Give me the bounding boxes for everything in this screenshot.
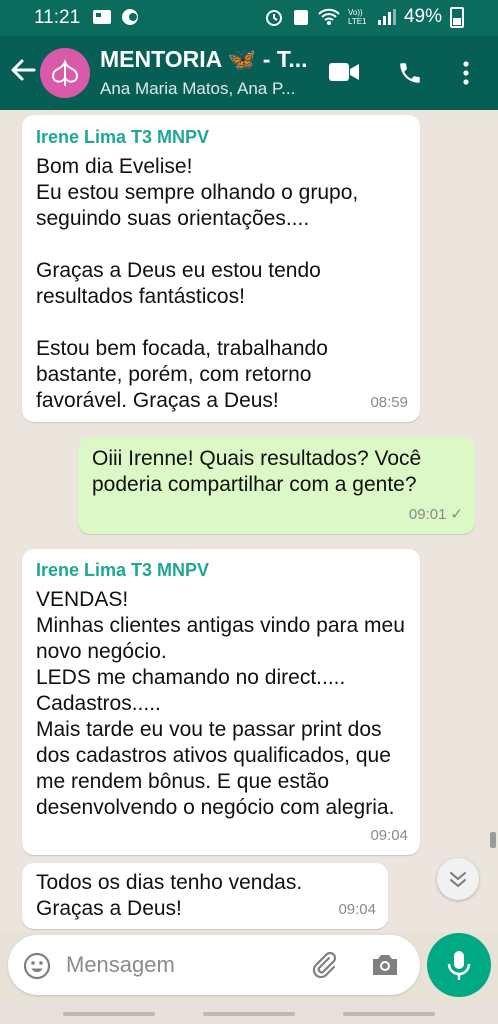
message-text: Bom dia Evelise! Eu estou sempre olhando… — [36, 155, 359, 412]
fast-scroll-handle[interactable] — [490, 832, 496, 848]
chat-header: MENTORIA 🦋 - T... Ana Maria Matos, Ana P… — [0, 36, 498, 110]
group-avatar[interactable] — [40, 48, 90, 98]
message-time: 09:04 — [370, 827, 408, 844]
toggle-icon — [122, 9, 138, 25]
phone-icon[interactable] — [397, 60, 423, 86]
sim-card-icon — [93, 10, 111, 24]
sent-check-icon: ✓ — [450, 506, 463, 523]
alarm-icon — [265, 10, 282, 26]
voice-message-button[interactable] — [427, 933, 491, 997]
signal-icon — [377, 9, 396, 25]
message-sender: Irene Lima T3 MNPV — [36, 127, 210, 147]
message-time: 09:01 — [408, 506, 447, 523]
mic-icon — [447, 951, 471, 980]
message-text: Oiii Irenne! Quais resultados? Você pode… — [92, 447, 422, 496]
message-incoming[interactable]: Todos os dias tenho vendas. Graças a Deu… — [22, 863, 388, 929]
scroll-to-bottom-button[interactable] — [437, 858, 479, 900]
status-bar: 11:21 Vo)) LTE1 49% — [0, 0, 498, 36]
video-call-icon[interactable] — [328, 61, 360, 83]
lte-label: Vo)) LTE1 — [347, 8, 367, 26]
message-list[interactable]: Irene Lima T3 MNPV Bom dia Evelise! Eu e… — [0, 110, 498, 932]
message-text: Todos os dias tenho vendas. Graças a Deu… — [36, 871, 303, 920]
system-navigation-bar — [0, 1004, 498, 1024]
battery-icon — [450, 6, 464, 28]
back-arrow-icon[interactable] — [8, 55, 38, 85]
battery-percent: 49% — [403, 6, 442, 27]
message-incoming[interactable]: Irene Lima T3 MNPV VENDAS! Minhas client… — [22, 549, 420, 855]
message-time: 09:04 — [338, 901, 376, 918]
message-incoming[interactable]: Irene Lima T3 MNPV Bom dia Evelise! Eu e… — [22, 115, 420, 422]
recycle-icon — [293, 10, 308, 25]
message-sender: Irene Lima T3 MNPV — [36, 560, 210, 580]
chat-participants[interactable]: Ana Maria Matos, Ana P... — [100, 79, 295, 99]
status-time: 11:21 — [34, 7, 81, 28]
wifi-icon — [318, 8, 340, 25]
message-composer[interactable]: Mensagem — [8, 935, 420, 995]
notification-icons — [92, 8, 140, 26]
butterfly-icon — [51, 59, 79, 86]
message-input[interactable]: Mensagem — [66, 952, 175, 978]
message-time: 08:59 — [370, 394, 408, 411]
attach-icon[interactable] — [308, 949, 340, 981]
nav-recent-handle[interactable] — [63, 1012, 155, 1016]
chat-title[interactable]: MENTORIA 🦋 - T... — [100, 46, 308, 73]
scroll-down-icon — [450, 872, 466, 887]
nav-home-handle[interactable] — [203, 1012, 295, 1016]
system-icons: Vo)) LTE1 49% — [264, 6, 464, 28]
more-options-icon[interactable] — [461, 60, 471, 86]
nav-back-handle[interactable] — [343, 1012, 435, 1016]
message-meta: 09:01 ✓ — [409, 502, 463, 528]
camera-icon[interactable] — [370, 951, 400, 979]
message-text: VENDAS! Minhas clientes antigas vindo pa… — [36, 588, 405, 819]
emoji-icon[interactable] — [22, 951, 52, 981]
message-outgoing[interactable]: Oiii Irenne! Quais resultados? Você pode… — [78, 437, 475, 534]
